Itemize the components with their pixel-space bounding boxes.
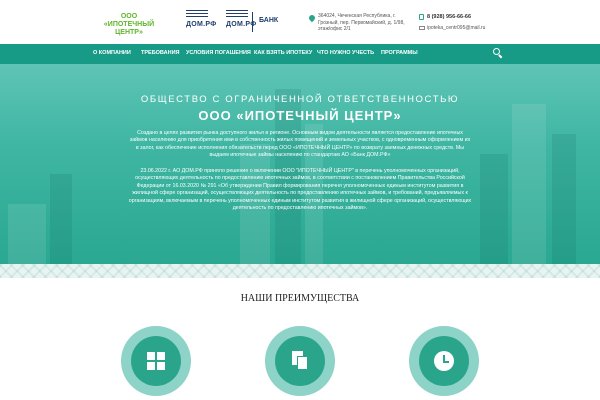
advantage-circle-inner (419, 336, 469, 386)
company-logo[interactable]: ООО «ИПОТЕЧНЫЙ ЦЕНТР» (97, 13, 161, 37)
domrf-logo-text: ДОМ.РФ (186, 21, 217, 28)
domrf-bank-roof-icon (226, 10, 248, 20)
nav-item-programs[interactable]: ПРОГРАММЫ (381, 50, 418, 56)
main-nav: О КОМПАНИИ ТРЕБОВАНИЯ УСЛОВИЯ ПОГАШЕНИЯ … (0, 44, 600, 64)
nav-item-considerations[interactable]: ЧТО НУЖНО УЧЕСТЬ (317, 50, 374, 56)
bank-label: БАНК (259, 17, 279, 24)
nav-item-about[interactable]: О КОМПАНИИ (93, 50, 131, 56)
search-icon-handle (498, 54, 503, 59)
skyline-building (50, 174, 72, 264)
nav-item-requirements[interactable]: ТРЕБОВАНИЯ (141, 50, 179, 56)
advantage-card (121, 326, 191, 396)
hero-paragraph-intro: Создано в целях развития рынка доступног… (129, 130, 471, 159)
map-pin-icon (307, 13, 317, 23)
email-link[interactable]: ipoteka_centr095@mail.ru (427, 25, 485, 31)
advantage-card (265, 326, 335, 396)
phone-icon (419, 14, 424, 20)
skyline-building (8, 204, 46, 264)
phone-link[interactable]: 8 (928) 956-66-66 (427, 14, 471, 20)
search-icon[interactable] (493, 48, 503, 59)
nav-item-how-to-get[interactable]: КАК ВЗЯТЬ ИПОТЕКУ (254, 50, 312, 56)
skyline-building (552, 134, 576, 264)
domrf-bank-logo[interactable]: ДОМ.РФ (226, 10, 257, 34)
logo-divider (252, 12, 253, 32)
site-header: ООО «ИПОТЕЧНЫЙ ЦЕНТР» ДОМ.РФ ДОМ.РФ БАНК… (0, 0, 600, 44)
clock-icon (434, 351, 454, 371)
advantage-circle-inner (131, 336, 181, 386)
ornament-divider (0, 264, 600, 278)
hero-subtitle: ОБЩЕСТВО С ОГРАНИЧЕННОЙ ОТВЕТСТВЕННОСТЬЮ (140, 94, 460, 105)
domrf-bank-logo-text: ДОМ.РФ (226, 21, 257, 28)
address-text: 364024, Чеченская Республика, г. Грозный… (318, 13, 405, 32)
skyline-building (512, 104, 546, 264)
domrf-roof-icon (186, 10, 208, 20)
grid-icon (147, 352, 165, 370)
hero-paragraph-decision: 23.06.2022 г. АО ДОМ.РФ приняло решение … (128, 168, 472, 212)
domrf-logo[interactable]: ДОМ.РФ (186, 10, 217, 34)
advantage-card (409, 326, 479, 396)
documents-icon (292, 351, 310, 371)
advantages-title: НАШИ ПРЕИМУЩЕСТВА (240, 293, 360, 304)
skyline-building (480, 154, 508, 264)
nav-item-repayment[interactable]: УСЛОВИЯ ПОГАШЕНИЯ (186, 50, 251, 56)
mail-icon (419, 26, 425, 30)
advantage-circle-inner (275, 336, 325, 386)
hero-title: ООО «ИПОТЕЧНЫЙ ЦЕНТР» (198, 108, 402, 123)
